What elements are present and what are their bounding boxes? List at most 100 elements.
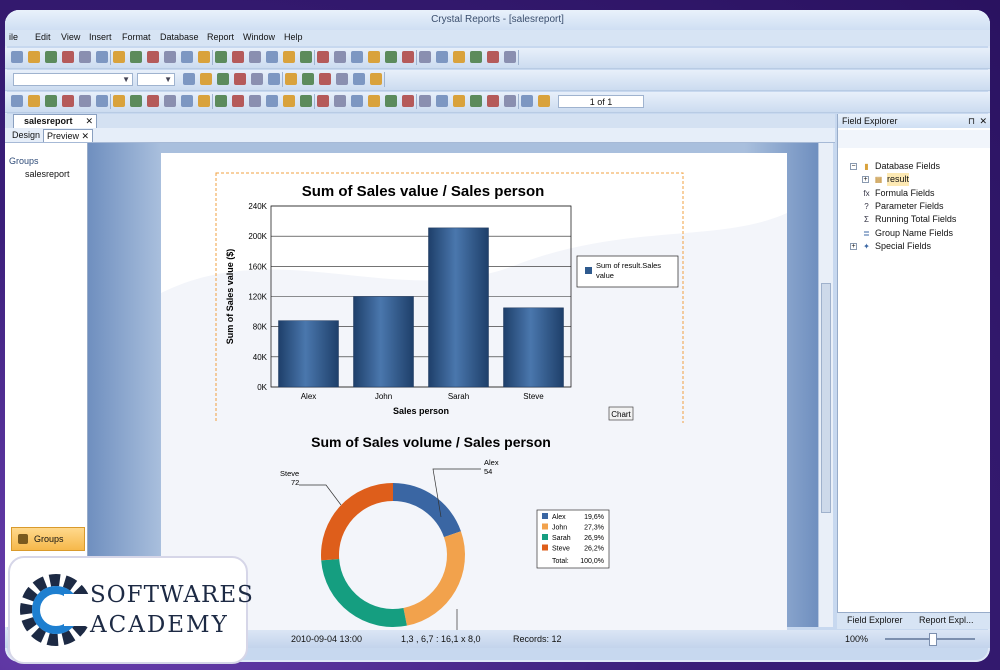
toolbar-button-icon[interactable] [96,51,108,63]
toolbar-button-icon[interactable] [11,95,23,107]
vertical-scrollbar[interactable] [818,143,833,627]
menu-edit[interactable]: Edit [35,32,51,42]
expand-icon[interactable]: + [862,176,869,184]
toolbar-button-icon[interactable] [351,95,363,107]
toolbar-button-icon[interactable] [164,95,176,107]
toolbar-button-icon[interactable] [317,95,329,107]
field-tree-item[interactable]: fx Formula Fields [838,187,988,200]
scrollbar-thumb[interactable] [821,283,831,513]
toolbar-button-icon[interactable] [436,95,448,107]
field-tree-item[interactable]: ≣ Group Name Fields [838,227,988,240]
toolbar-button-icon[interactable] [353,73,365,85]
toolbar-button-icon[interactable] [385,51,397,63]
toolbar-button-icon[interactable] [147,95,159,107]
zoom-slider-thumb[interactable] [929,633,937,646]
toolbar-button-icon[interactable] [181,95,193,107]
toolbar-button-icon[interactable] [521,95,533,107]
toolbar-button-icon[interactable] [317,51,329,63]
toolbar-button-icon[interactable] [300,51,312,63]
toolbar-button-icon[interactable] [385,95,397,107]
toolbar-button-icon[interactable] [334,51,346,63]
menu-insert[interactable]: Insert [89,32,112,42]
field-tree-item[interactable]: + ▦ result [838,173,988,187]
toolbar-button-icon[interactable] [130,95,142,107]
toolbar-button-icon[interactable] [200,73,212,85]
toolbar-button-icon[interactable] [249,51,261,63]
menu-file[interactable]: ile [9,32,18,42]
toolbar-button-icon[interactable] [215,51,227,63]
toolbar-button-icon[interactable] [198,95,210,107]
toolbar-button-icon[interactable] [11,51,23,63]
menu-database[interactable]: Database [160,32,199,42]
toolbar-button-icon[interactable] [215,95,227,107]
toolbar-button-icon[interactable] [283,95,295,107]
toolbar-button-icon[interactable] [62,51,74,63]
toolbar-button-icon[interactable] [436,51,448,63]
toolbar-button-icon[interactable] [113,51,125,63]
toolbar-button-icon[interactable] [266,95,278,107]
toolbar-button-icon[interactable] [538,95,550,107]
field-tree-item[interactable]: Σ Running Total Fields [838,213,988,226]
toolbar-button-icon[interactable] [62,95,74,107]
menu-format[interactable]: Format [122,32,151,42]
toolbar-button-icon[interactable] [234,73,246,85]
toolbar-button-icon[interactable] [45,95,57,107]
toolbar-button-icon[interactable] [45,51,57,63]
toolbar-button-icon[interactable] [249,95,261,107]
expand-icon[interactable]: + [850,242,857,250]
toolbar-button-icon[interactable] [147,51,159,63]
font-combo[interactable]: ▼ [13,73,133,86]
toolbar-button-icon[interactable] [266,51,278,63]
toolbar-button-icon[interactable] [402,51,414,63]
toolbar-button-icon[interactable] [198,51,210,63]
toolbar-button-icon[interactable] [334,95,346,107]
toolbar-button-icon[interactable] [130,51,142,63]
toolbar-button-icon[interactable] [232,95,244,107]
field-tree-item[interactable]: − ▮ Database Fields [838,160,988,173]
close-icon[interactable]: ✕ [85,115,93,128]
toolbar-button-icon[interactable] [164,51,176,63]
toolbar-button-icon[interactable] [470,95,482,107]
toolbar-button-icon[interactable] [251,73,263,85]
close-icon[interactable]: ✕ [979,114,987,128]
tab-salesreport[interactable]: salesreport ✕ [13,114,97,128]
toolbar-button-icon[interactable] [504,95,516,107]
toolbar-button-icon[interactable] [368,51,380,63]
toolbar-button-icon[interactable] [368,95,380,107]
collapse-icon[interactable]: − [850,163,857,170]
toolbar-button-icon[interactable] [183,73,195,85]
toolbar-button-icon[interactable] [504,51,516,63]
toolbar-button-icon[interactable] [487,95,499,107]
toolbar-button-icon[interactable] [181,51,193,63]
font-size-combo[interactable]: ▼ [137,73,175,86]
toolbar-button-icon[interactable] [453,51,465,63]
groups-button[interactable]: Groups [11,527,85,551]
toolbar-button-icon[interactable] [302,73,314,85]
tab-report-explorer[interactable]: Report Expl... [919,615,974,625]
toolbar-button-icon[interactable] [285,73,297,85]
toolbar-button-icon[interactable] [336,73,348,85]
field-tree-item[interactable]: ? Parameter Fields [838,200,988,213]
toolbar-button-icon[interactable] [402,95,414,107]
tab-field-explorer[interactable]: Field Explorer [847,615,903,625]
toolbar-button-icon[interactable] [79,51,91,63]
toolbar-button-icon[interactable] [370,73,382,85]
tab-design[interactable]: Design [9,129,43,142]
menu-view[interactable]: View [61,32,80,42]
toolbar-button-icon[interactable] [268,73,280,85]
group-tree-item[interactable]: salesreport [25,169,70,179]
toolbar-button-icon[interactable] [319,73,331,85]
tab-preview[interactable]: Preview ✕ [43,129,94,142]
menu-help[interactable]: Help [284,32,303,42]
toolbar-button-icon[interactable] [79,95,91,107]
toolbar-button-icon[interactable] [470,51,482,63]
toolbar-button-icon[interactable] [453,95,465,107]
toolbar-button-icon[interactable] [351,51,363,63]
toolbar-button-icon[interactable] [283,51,295,63]
menu-window[interactable]: Window [243,32,275,42]
toolbar-button-icon[interactable] [113,95,125,107]
toolbar-button-icon[interactable] [300,95,312,107]
toolbar-button-icon[interactable] [28,95,40,107]
toolbar-button-icon[interactable] [217,73,229,85]
close-icon[interactable]: ✕ [82,131,90,141]
